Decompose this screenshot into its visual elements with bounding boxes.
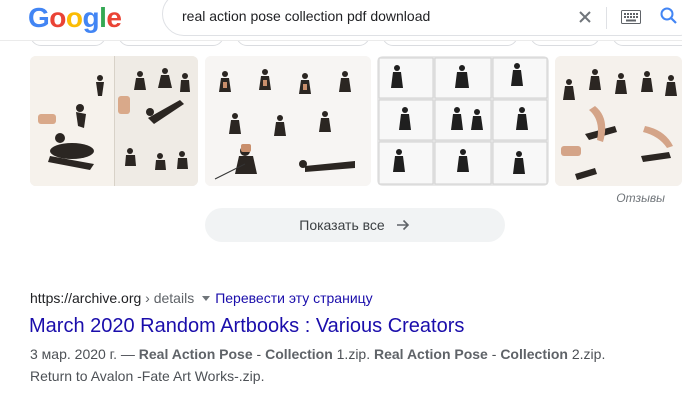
pose-photo (30, 56, 198, 186)
result-date: 3 мар. 2020 г. (30, 346, 117, 362)
header: Google real action pose collection pdf d… (0, 0, 682, 41)
logo-letter: o (65, 2, 83, 33)
image-thumbnail[interactable] (555, 56, 682, 186)
result-title-link[interactable]: March 2020 Random Artbooks : Various Cre… (29, 313, 464, 339)
close-icon[interactable] (575, 7, 595, 27)
result-snippet: 3 мар. 2020 г. — Real Action Pose - Coll… (30, 343, 650, 387)
translate-link[interactable]: Перевести эту страницу (215, 290, 372, 306)
snippet-highlight: Real Action Pose (138, 346, 253, 362)
logo-letter: g (82, 2, 100, 33)
logo-letter: o (49, 2, 66, 33)
snippet-text: - (487, 346, 501, 362)
pose-photo (555, 56, 682, 186)
divider (606, 7, 607, 29)
pose-photo (205, 56, 371, 186)
show-all-button[interactable]: Показать все (205, 208, 505, 242)
snippet-text: — (116, 346, 139, 362)
search-box[interactable]: real action pose collection pdf download (162, 0, 682, 36)
filter-chips (0, 40, 682, 48)
caret-down-icon[interactable] (202, 295, 211, 301)
image-thumbnail[interactable] (377, 56, 549, 186)
snippet-text: Return to Avalon -Fate Art Works-.zip. (30, 368, 265, 384)
image-thumbnail[interactable] (205, 56, 371, 186)
snippet-highlight: Collection (500, 346, 568, 362)
logo-letter: e (106, 2, 122, 33)
snippet-highlight: Real Action Pose (374, 346, 488, 362)
source-label[interactable]: Отзывы (616, 191, 665, 205)
result-path: › details (141, 290, 195, 306)
keyboard-icon[interactable] (621, 10, 641, 24)
image-thumbnail[interactable] (30, 56, 198, 186)
snippet-highlight: Collection (265, 346, 333, 362)
show-all-label: Показать все (299, 217, 385, 233)
search-input[interactable]: real action pose collection pdf download (182, 8, 430, 24)
snippet-text: - (252, 346, 266, 362)
result-url[interactable]: https://archive.org › details Перевести э… (30, 290, 373, 306)
snippet-text: 2.zip. (567, 346, 606, 362)
logo-letter: G (28, 2, 50, 33)
snippet-text: 1.zip. (332, 346, 374, 362)
arrow-right-icon (396, 219, 409, 231)
google-logo[interactable]: Google (28, 2, 122, 34)
search-icon[interactable] (659, 6, 679, 26)
pose-photo (377, 56, 549, 186)
result-domain: https://archive.org (30, 290, 142, 306)
